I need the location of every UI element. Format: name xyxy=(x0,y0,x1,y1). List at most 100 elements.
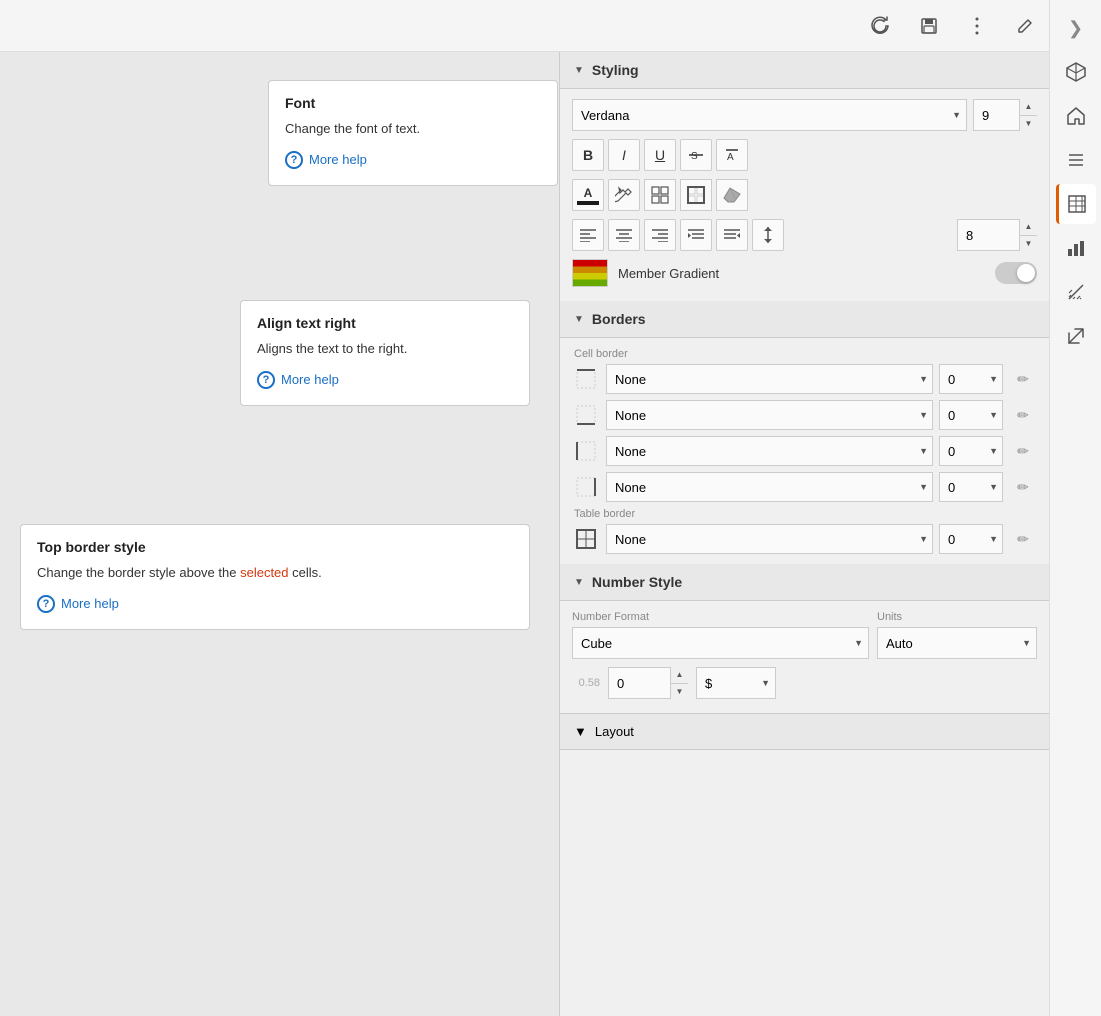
sidebar-cube-icon[interactable] xyxy=(1056,52,1096,92)
sidebar-table-icon[interactable] xyxy=(1056,184,1096,224)
sidebar-ruler-icon[interactable] xyxy=(1056,272,1096,312)
currency-wrap[interactable]: $ € £ ¥ xyxy=(696,667,776,699)
table-border-size-select[interactable]: 012 xyxy=(939,524,1003,554)
decimal-placeholder: 0.58 xyxy=(572,677,600,689)
line-height-up[interactable]: ▲ xyxy=(1020,219,1037,236)
sidebar-home-icon[interactable] xyxy=(1056,96,1096,136)
number-style-section-header[interactable]: ▼ Number Style xyxy=(560,564,1049,601)
font-size-up[interactable]: ▲ xyxy=(1020,99,1037,116)
ns-selects-row: Cube Number Currency Percentage Date Aut… xyxy=(572,627,1037,659)
more-button[interactable] xyxy=(961,10,993,42)
align-left-button[interactable] xyxy=(572,219,604,251)
table-border-label: Table border xyxy=(572,508,1037,520)
border-size-select-3[interactable]: 012 xyxy=(939,436,1003,466)
styling-section-header[interactable]: ▼ Styling xyxy=(560,52,1049,89)
edit-button[interactable] xyxy=(1009,10,1041,42)
border-row-3: NoneSolidDashed 012 ✏ xyxy=(572,436,1037,466)
vertical-align-button[interactable] xyxy=(752,219,784,251)
sidebar-arrow-icon[interactable] xyxy=(1056,316,1096,356)
top-border-card-desc: Change the border style above the select… xyxy=(37,563,513,583)
table-border-color[interactable]: ✏ xyxy=(1009,525,1037,553)
sidebar-chart-icon[interactable] xyxy=(1056,228,1096,268)
line-height-down[interactable]: ▼ xyxy=(1020,236,1037,252)
border-size-select-4[interactable]: 012 xyxy=(939,472,1003,502)
align-center-button[interactable] xyxy=(608,219,640,251)
sidebar-chevron-right[interactable]: ❯ xyxy=(1056,8,1096,48)
decimal-down[interactable]: ▼ xyxy=(671,684,688,700)
border-color-1[interactable]: ✏ xyxy=(1009,365,1037,393)
eraser-button[interactable] xyxy=(716,179,748,211)
font-family-wrap[interactable]: Verdana Arial Times New Roman Courier Ne… xyxy=(572,99,967,131)
align-right-button[interactable] xyxy=(644,219,676,251)
member-gradient-toggle[interactable] xyxy=(995,262,1037,284)
align-row: ▲ ▼ xyxy=(572,219,1037,251)
borders-section-title: Borders xyxy=(592,311,646,327)
border-row-1: NoneSolidDashed 012 ✏ xyxy=(572,364,1037,394)
units-label: Units xyxy=(877,611,1037,623)
align-right-tooltip-card: Align text right Aligns the text to the … xyxy=(240,300,530,406)
border-color-4[interactable]: ✏ xyxy=(1009,473,1037,501)
font-card-title: Font xyxy=(285,95,541,111)
number-style-body: Number Format Units Cube Number Currency… xyxy=(560,601,1049,709)
border-all-button[interactable] xyxy=(644,179,676,211)
align-right-more-help[interactable]: ? More help xyxy=(257,371,513,389)
font-family-select[interactable]: Verdana Arial Times New Roman Courier Ne… xyxy=(572,99,967,131)
table-border-select[interactable]: NoneSolidDashed xyxy=(606,524,933,554)
border-color-2[interactable]: ✏ xyxy=(1009,401,1037,429)
border-size-4[interactable]: 012 xyxy=(939,472,1003,502)
align-help-icon[interactable]: ? xyxy=(257,371,275,389)
layout-section-header[interactable]: ▼ Layout xyxy=(560,713,1049,750)
border-style-4[interactable]: NoneSolidDashed xyxy=(606,472,933,502)
reload-button[interactable] xyxy=(865,10,897,42)
strikethrough-btn2[interactable]: A xyxy=(716,139,748,171)
border-size-select-2[interactable]: 012 xyxy=(939,400,1003,430)
indent-increase-button[interactable] xyxy=(680,219,712,251)
units-select[interactable]: Auto Thousands Millions Billions xyxy=(877,627,1037,659)
font-size-down[interactable]: ▼ xyxy=(1020,116,1037,132)
indent-decrease-button[interactable] xyxy=(716,219,748,251)
currency-select[interactable]: $ € £ ¥ xyxy=(696,667,776,699)
align-right-card-desc: Aligns the text to the right. xyxy=(257,339,513,359)
top-border-more-help[interactable]: ? More help xyxy=(37,595,513,613)
borders-triangle: ▼ xyxy=(574,314,584,325)
border-size-select-1[interactable]: 012 xyxy=(939,364,1003,394)
border-select-3[interactable]: NoneSolidDashed xyxy=(606,436,933,466)
decimal-up[interactable]: ▲ xyxy=(671,667,688,684)
strikethrough-button[interactable]: S xyxy=(680,139,712,171)
decimal-spinners: ▲ ▼ xyxy=(670,667,688,699)
border-select-4[interactable]: NoneSolidDashed xyxy=(606,472,933,502)
border-style-3[interactable]: NoneSolidDashed xyxy=(606,436,933,466)
border-style-1[interactable]: NoneSolidDashed xyxy=(606,364,933,394)
bold-button[interactable]: B xyxy=(572,139,604,171)
table-border-size[interactable]: 012 xyxy=(939,524,1003,554)
font-color-button[interactable]: A xyxy=(572,179,604,211)
italic-button[interactable]: I xyxy=(608,139,640,171)
color-row: A xyxy=(572,179,1037,211)
save-button[interactable] xyxy=(913,10,945,42)
font-help-icon[interactable]: ? xyxy=(285,151,303,169)
border-size-3[interactable]: 012 xyxy=(939,436,1003,466)
line-height-spinners: ▲ ▼ xyxy=(1019,219,1037,251)
top-border-help-icon[interactable]: ? xyxy=(37,595,55,613)
font-more-help[interactable]: ? More help xyxy=(285,151,541,169)
underline-button[interactable]: U xyxy=(644,139,676,171)
styling-panel: ▼ Styling Verdana Arial Times New Roman … xyxy=(559,52,1049,1016)
main-content: Font Change the font of text. ? More hel… xyxy=(0,52,1049,1016)
border-style-2[interactable]: NoneSolidDashed xyxy=(606,400,933,430)
border-right-icon xyxy=(572,473,600,501)
units-wrap[interactable]: Auto Thousands Millions Billions xyxy=(877,627,1037,659)
borders-section-header[interactable]: ▼ Borders xyxy=(560,301,1049,338)
layout-triangle: ▼ xyxy=(574,724,587,739)
border-color-3[interactable]: ✏ xyxy=(1009,437,1037,465)
border-size-1[interactable]: 012 xyxy=(939,364,1003,394)
border-select-2[interactable]: NoneSolidDashed xyxy=(606,400,933,430)
number-format-select[interactable]: Cube Number Currency Percentage Date xyxy=(572,627,869,659)
number-format-wrap[interactable]: Cube Number Currency Percentage Date xyxy=(572,627,869,659)
sidebar-list-icon[interactable] xyxy=(1056,140,1096,180)
table-border-style[interactable]: NoneSolidDashed xyxy=(606,524,933,554)
fill-color-button[interactable] xyxy=(608,179,640,211)
cell-border-label: Cell border xyxy=(572,348,1037,360)
border-outer-button[interactable] xyxy=(680,179,712,211)
border-select-1[interactable]: NoneSolidDashed xyxy=(606,364,933,394)
border-size-2[interactable]: 012 xyxy=(939,400,1003,430)
